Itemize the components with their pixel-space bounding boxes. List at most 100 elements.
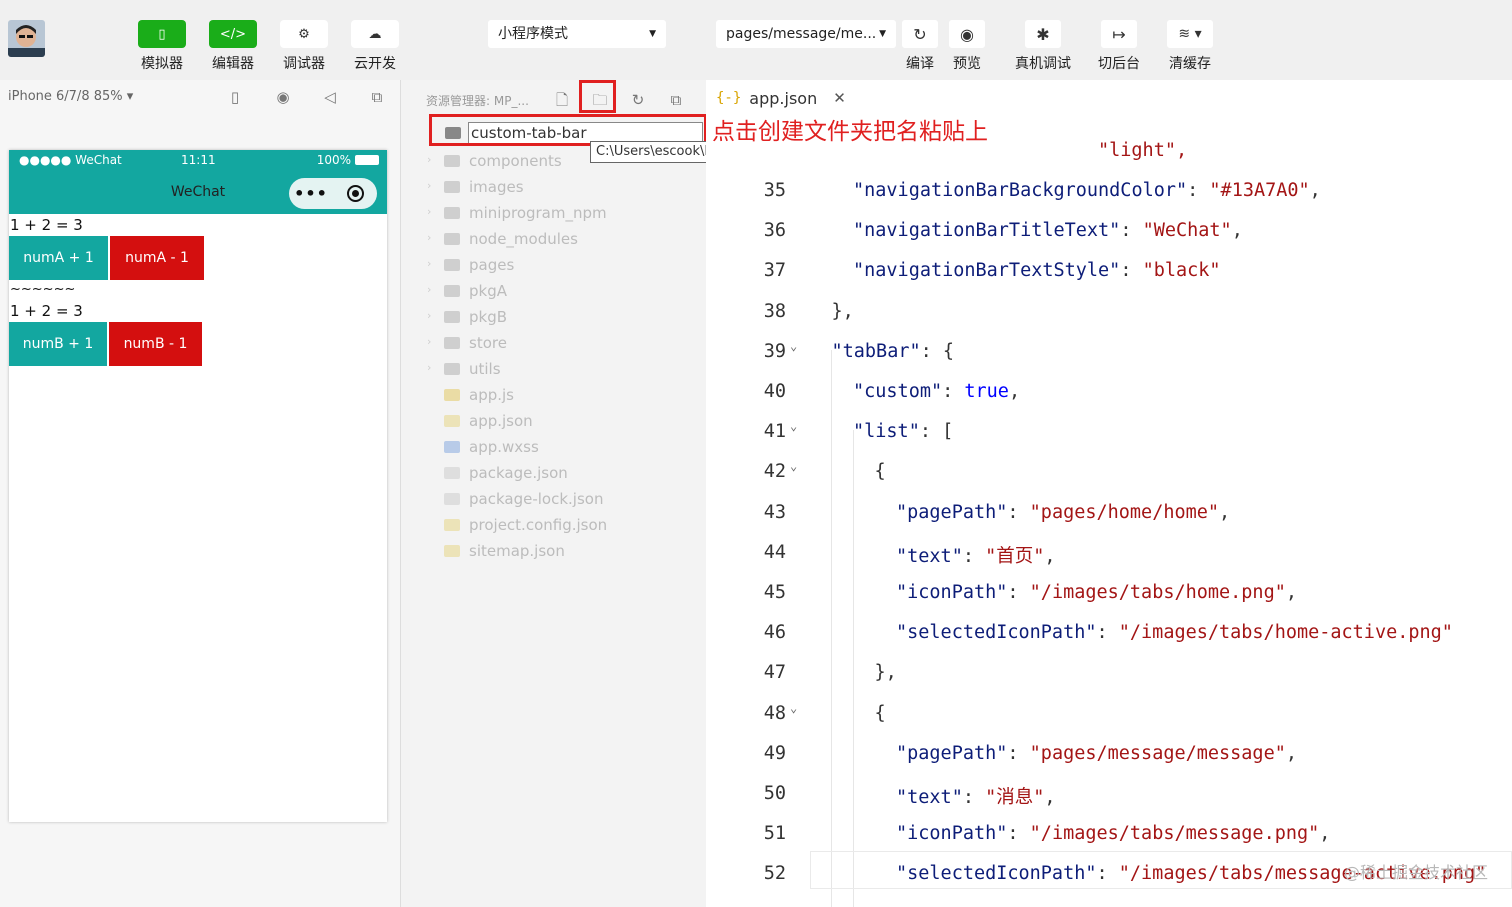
new-file-icon[interactable]: 🗋: [551, 89, 573, 111]
carrier-label: ●●●●● WeChat: [19, 153, 122, 167]
sum-a-text: 1 + 2 = 3: [10, 216, 83, 234]
code-text: {: [875, 461, 886, 482]
popout-icon[interactable]: ⧉: [367, 88, 387, 108]
tree-item[interactable]: package-lock.json: [401, 487, 706, 513]
tree-item-label: sitemap.json: [469, 542, 565, 560]
line-number: 36: [763, 220, 786, 242]
close-miniprogram-button[interactable]: [333, 185, 377, 202]
real-device-debug-label: 真机调试: [1015, 56, 1071, 72]
code-token: {: [874, 461, 886, 483]
code-text: "text": "消息",: [896, 787, 1056, 808]
tree-item[interactable]: app.js: [401, 383, 706, 409]
eye-icon: ◉: [949, 20, 985, 48]
collapse-all-icon[interactable]: ⧉: [665, 89, 687, 111]
tree-item-label: pages: [469, 256, 515, 274]
page-select[interactable]: pages/message/me... ▼: [716, 20, 896, 48]
code-token: "selectedIconPath": [896, 863, 1097, 885]
layers-icon: ≋ ▾: [1167, 20, 1213, 48]
menu-capsule: •••: [289, 178, 377, 209]
separator-text: ~~~~~~: [10, 282, 76, 297]
fold-chevron-icon[interactable]: ⌄: [790, 419, 797, 433]
device-select[interactable]: iPhone 6/7/8 85% ▾: [8, 89, 133, 104]
line-number: 35: [763, 180, 786, 201]
line-number: 43: [763, 501, 786, 523]
highlight-new-folder-button: [579, 80, 616, 113]
numB-minus-button[interactable]: numB - 1: [109, 322, 202, 366]
file-icon: [444, 493, 460, 505]
user-avatar[interactable]: [8, 20, 45, 57]
battery-percent: 100%: [316, 153, 351, 167]
chevron-right-icon[interactable]: ›: [427, 283, 431, 296]
tree-item-label: project.config.json: [469, 516, 608, 534]
fold-chevron-icon[interactable]: ⌄: [790, 339, 797, 353]
code-token: ,: [1044, 545, 1056, 567]
file-icon: [444, 545, 460, 557]
line-number: 39: [763, 340, 786, 362]
tree-item[interactable]: app.json: [401, 409, 706, 435]
code-token: {: [942, 340, 955, 362]
chevron-right-icon[interactable]: ›: [427, 335, 431, 348]
code-line: 42 ⌄ {: [706, 453, 1512, 493]
watermark: @稀土掘金技术社区: [1343, 863, 1488, 882]
close-icon[interactable]: ✕: [833, 89, 846, 107]
rotate-phone-icon[interactable]: ▯: [225, 88, 245, 108]
simulator-toggle-button[interactable]: ▯ 模拟器: [138, 20, 186, 73]
line-number: 48: [763, 702, 786, 724]
volume-icon[interactable]: ◁: [320, 88, 340, 108]
switch-background-button[interactable]: ↦ 切后台: [1089, 20, 1149, 73]
code-token: "tabBar": [831, 340, 921, 362]
editor-toggle-button[interactable]: </> 编辑器: [209, 20, 257, 73]
tree-item[interactable]: › store: [401, 331, 706, 357]
more-icon[interactable]: •••: [289, 184, 333, 203]
code-token: true: [964, 381, 1009, 402]
chevron-right-icon[interactable]: ›: [427, 257, 431, 270]
tree-item[interactable]: › pages: [401, 253, 706, 279]
refresh-icon[interactable]: ↻: [627, 89, 649, 111]
numA-plus-button[interactable]: numA + 1: [9, 236, 108, 280]
preview-button[interactable]: ◉ 预览: [937, 20, 997, 73]
tree-item[interactable]: › pkgB: [401, 305, 706, 331]
clear-cache-button[interactable]: ≋ ▾ 清缓存: [1160, 20, 1220, 73]
code-line: 49 "pagePath": "pages/message/message",: [706, 735, 1512, 775]
tree-item-label: images: [469, 178, 524, 196]
fold-chevron-icon[interactable]: ⌄: [790, 459, 797, 473]
tree-item[interactable]: app.wxss: [401, 435, 706, 461]
code-token: ,: [1008, 381, 1021, 402]
chevron-right-icon[interactable]: ›: [427, 361, 431, 374]
numB-plus-button[interactable]: numB + 1: [9, 322, 107, 366]
chevron-right-icon[interactable]: ›: [427, 309, 431, 322]
tree-item[interactable]: package.json: [401, 461, 706, 487]
code-token: "iconPath": [896, 823, 1008, 845]
tab-app-json[interactable]: {-} app.json ✕: [716, 80, 846, 116]
tree-item[interactable]: sitemap.json: [401, 539, 706, 565]
mode-select[interactable]: 小程序模式 ▼: [488, 20, 666, 48]
tree-item[interactable]: › images: [401, 175, 706, 201]
tree-item-label: app.json: [469, 412, 533, 430]
file-icon: [444, 519, 460, 531]
numA-minus-button[interactable]: numA - 1: [110, 236, 204, 280]
tree-item[interactable]: project.config.json: [401, 513, 706, 539]
tree-item-label: node_modules: [469, 230, 578, 248]
code-line: 40 "custom": true,: [706, 373, 1512, 413]
tree-item[interactable]: › miniprogram_npm: [401, 201, 706, 227]
chevron-right-icon[interactable]: ›: [427, 231, 431, 244]
line-number: 40: [763, 381, 786, 402]
fold-chevron-icon[interactable]: ⌄: [790, 701, 797, 715]
debugger-toggle-button[interactable]: ⚙ 调试器: [280, 20, 328, 73]
tree-item[interactable]: › utils: [401, 357, 706, 383]
tree-item[interactable]: › pkgA: [401, 279, 706, 305]
chevron-right-icon[interactable]: ›: [427, 153, 431, 166]
code-text: {: [875, 703, 886, 724]
chevron-right-icon[interactable]: ›: [427, 205, 431, 218]
caret-down-icon: ▼: [879, 29, 886, 39]
tree-item[interactable]: › node_modules: [401, 227, 706, 253]
code-editor[interactable]: {-} app.json ✕ "light", 35 "navigationBar…: [706, 80, 1512, 907]
cloud-dev-button[interactable]: ☁ 云开发: [351, 20, 399, 73]
chevron-right-icon[interactable]: ›: [427, 179, 431, 192]
code-token: "iconPath": [896, 582, 1008, 603]
code-line: 48 ⌄ {: [706, 695, 1512, 735]
record-icon[interactable]: ◉: [273, 88, 293, 108]
real-device-debug-button[interactable]: ✱ 真机调试: [1013, 20, 1073, 73]
line-number: 42: [763, 461, 786, 483]
tree-item-label: pkgB: [469, 308, 508, 326]
